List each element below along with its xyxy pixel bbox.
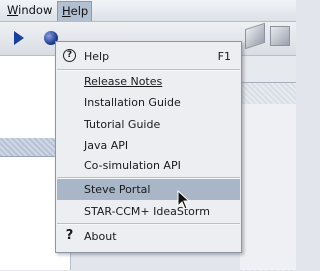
menu-item-label: Co-simulation API <box>84 159 181 172</box>
menu-item-steve-portal[interactable]: Steve Portal <box>57 179 240 200</box>
menu-item-about[interactable]: ? About <box>57 226 240 247</box>
menu-item-installation-guide[interactable]: Installation Guide <box>57 92 240 113</box>
menu-bar: Window Help <box>0 0 296 22</box>
menu-item-label: Steve Portal <box>84 183 151 196</box>
mouse-pointer-icon <box>177 190 191 210</box>
menu-item-label: Release Notes <box>84 75 163 88</box>
menu-window[interactable]: Window <box>3 2 56 19</box>
menu-item-label: STAR-CCM+ IdeaStorm <box>84 205 210 218</box>
menu-item-label: Tutorial Guide <box>84 118 161 131</box>
menu-item-tutorial-guide[interactable]: Tutorial Guide <box>57 114 240 135</box>
box-icon[interactable] <box>270 26 290 46</box>
menu-item-label: Help <box>84 50 110 63</box>
menu-item-ideastorm[interactable]: STAR-CCM+ IdeaStorm <box>57 201 240 222</box>
menu-item-help[interactable]: ? Help F1 <box>57 46 240 67</box>
menu-item-shortcut: F1 <box>217 50 231 63</box>
menu-item-label: Java API <box>84 139 129 152</box>
menu-item-co-simulation-api[interactable]: Co-simulation API <box>57 155 240 176</box>
question-mark-icon: ? <box>65 228 74 243</box>
menu-help[interactable]: Help <box>57 1 93 21</box>
menu-separator <box>57 223 240 225</box>
help-dropdown-menu: ? Help F1 Release Notes Installation Gui… <box>55 41 242 253</box>
run-icon[interactable] <box>14 31 24 45</box>
menu-item-label: About <box>84 230 117 243</box>
menu-item-java-api[interactable]: Java API <box>57 135 240 156</box>
help-circle-icon: ? <box>63 49 76 62</box>
menu-item-release-notes[interactable]: Release Notes <box>57 71 240 92</box>
menu-item-label: Installation Guide <box>84 96 181 109</box>
right-panel-body <box>240 104 296 270</box>
